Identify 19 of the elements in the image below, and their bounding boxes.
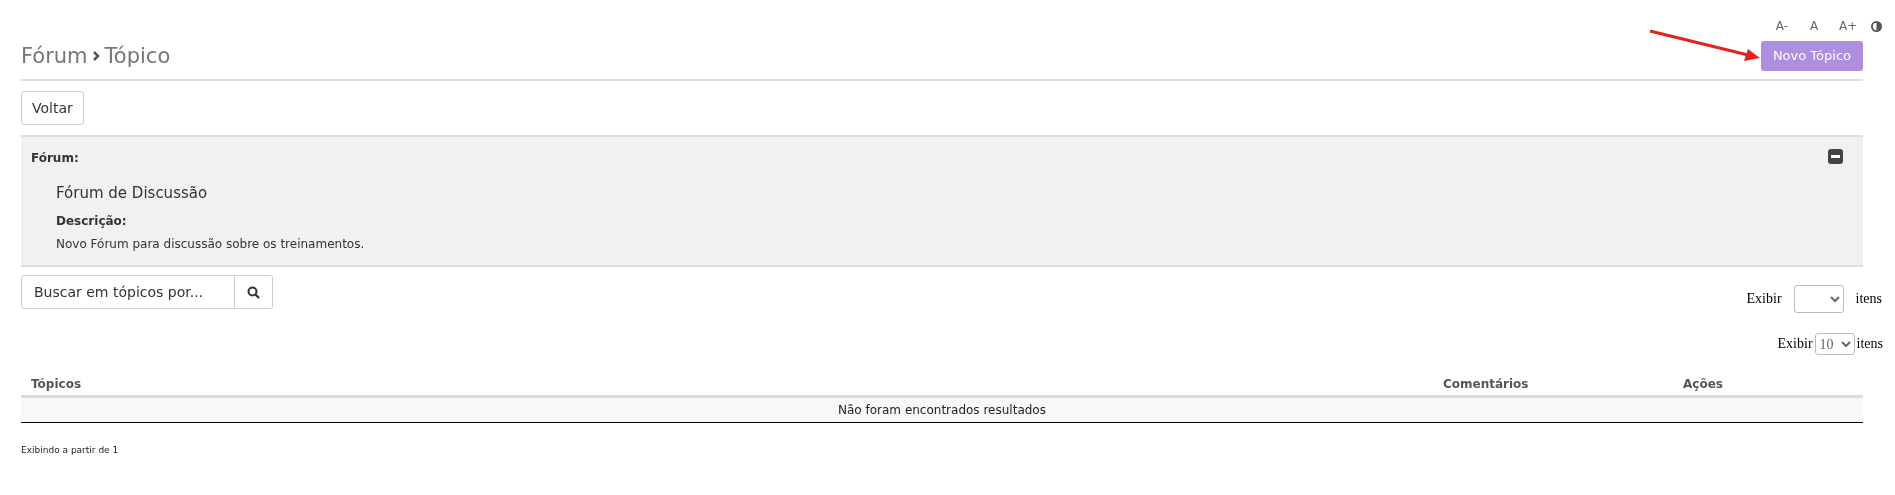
breadcrumb-item[interactable]: Fórum	[21, 43, 88, 68]
font-size-control[interactable]: A	[1807, 19, 1821, 33]
empty-message: Não foram encontrados resultados	[838, 403, 1046, 417]
page-size-select[interactable]: 10	[1814, 333, 1855, 355]
forum-description: Novo Fórum para discussão sobre os treinamentos.	[56, 237, 366, 251]
page-size-label: Exibir	[1777, 336, 1813, 352]
contrast-icon[interactable]	[1871, 20, 1882, 32]
chevron-icon	[91, 49, 101, 62]
page-size-label: itens	[1856, 336, 1883, 352]
font-size-control[interactable]: A-	[1775, 19, 1789, 33]
page-size-label: Exibir	[1746, 291, 1782, 307]
breadcrumb-item: Tópico	[104, 43, 171, 68]
pagination-info: Exibindo a partir de 1	[21, 445, 120, 455]
forum-name: Fórum de Discussão	[56, 184, 209, 202]
field-label: Descrição:	[56, 214, 127, 228]
back-button[interactable]: Voltar	[21, 91, 84, 125]
collapse-icon[interactable]	[1828, 149, 1843, 164]
page-size-label: itens	[1855, 291, 1882, 307]
field-label: Fórum:	[31, 151, 79, 165]
